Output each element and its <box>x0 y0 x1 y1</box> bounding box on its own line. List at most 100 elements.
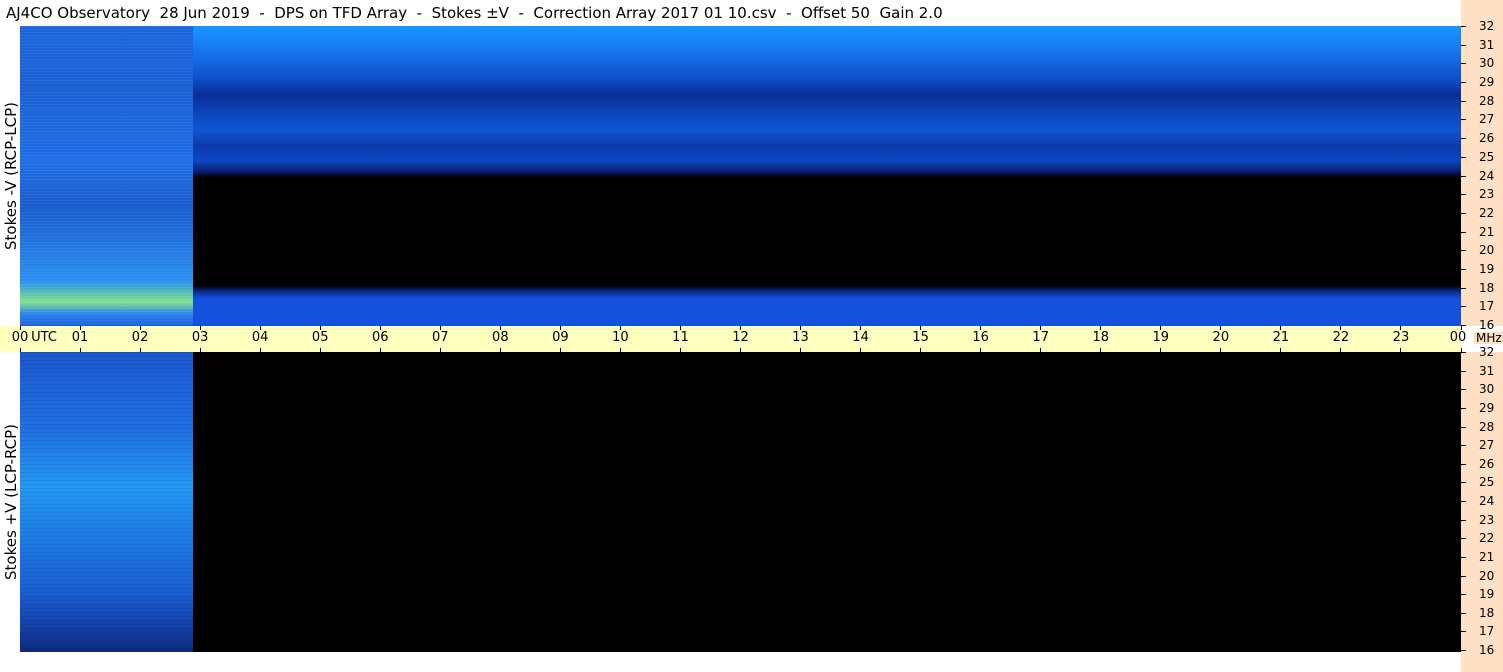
freq-tick-mark <box>1461 212 1466 214</box>
time-tick-label: 16 <box>972 330 989 345</box>
freq-tick-mark <box>1461 82 1466 84</box>
freq-tick-mark <box>1461 175 1466 177</box>
time-tick-label: 03 <box>191 330 209 345</box>
freq-tick-mark <box>1461 612 1466 614</box>
freq-tick-label: 23 <box>1479 187 1495 202</box>
freq-tick-mark <box>1461 445 1466 447</box>
time-tick-label: 05 <box>311 330 329 345</box>
freq-tick-label: 32 <box>1479 19 1495 33</box>
freq-tick-label: 18 <box>1479 280 1495 295</box>
time-tick-label: 00 <box>1449 330 1467 345</box>
time-tick-label: 02 <box>131 330 149 345</box>
freq-tick-label: 31 <box>1479 363 1495 378</box>
time-tick-label: 12 <box>732 330 749 345</box>
time-tick-label: 10 <box>612 330 629 345</box>
bottom-frequency-axis: 32 31 30 29 28 27 26 25 24 23 22 21 20 19 18 17 16 <box>1461 346 1503 672</box>
freq-tick-label: 30 <box>1479 382 1495 397</box>
time-tick-label: 01 <box>71 330 89 345</box>
freq-tick-label: 19 <box>1479 587 1495 602</box>
time-tick-label: 15 <box>912 330 929 345</box>
time-tick-label: 00 <box>11 330 29 345</box>
freq-tick-mark <box>1461 556 1466 558</box>
freq-tick-label: 26 <box>1479 456 1495 471</box>
freq-tick-mark <box>1461 519 1466 521</box>
freq-tick-label: 21 <box>1479 224 1495 239</box>
top-panel-ylabel: Stokes -V (RCP-LCP) <box>2 102 20 250</box>
freq-tick-mark <box>1461 352 1466 353</box>
freq-tick-mark <box>1461 119 1466 121</box>
freq-tick-mark <box>1461 44 1466 46</box>
freq-tick-label: 23 <box>1479 512 1495 527</box>
top-spectrogram-fill <box>192 26 1461 326</box>
freq-tick-mark <box>1461 389 1466 391</box>
top-ylabel-area: Stokes -V (RCP-LCP) <box>0 26 22 326</box>
freq-tick-mark <box>1461 407 1466 409</box>
freq-tick-mark <box>1461 268 1466 270</box>
freq-tick-label: 29 <box>1479 75 1495 90</box>
freq-tick-mark <box>1461 306 1466 308</box>
bottom-panel-ylabel: Stokes +V (LCP-RCP) <box>2 424 20 580</box>
freq-tick-label: 21 <box>1479 549 1495 564</box>
freq-tick-mark <box>1461 231 1466 233</box>
time-axis: 00 01 02 03 04 05 06 07 08 09 10 11 12 13 14 15 16 17 18 19… <box>0 326 1466 352</box>
frequency-unit-label: MHz <box>1474 331 1503 345</box>
time-tick-label: 14 <box>852 330 869 345</box>
time-tick-label: 20 <box>1212 330 1230 345</box>
time-tick-label: 22 <box>1332 330 1350 345</box>
freq-tick-label: 24 <box>1479 494 1495 508</box>
freq-tick-label: 20 <box>1479 568 1495 583</box>
freq-tick-label: 31 <box>1479 37 1495 52</box>
freq-tick-label: 19 <box>1479 261 1495 276</box>
freq-tick-mark <box>1461 138 1466 140</box>
top-frequency-axis: 32 31 30 29 28 27 26 25 24 23 22 21 20 19 18 17 16 <box>1461 0 1503 331</box>
freq-tick-label: 24 <box>1479 168 1495 183</box>
time-tick-label: 08 <box>492 330 509 345</box>
bottom-ylabel-area: Stokes +V (LCP-RCP) <box>0 352 22 652</box>
freq-tick-label: 22 <box>1479 531 1495 546</box>
freq-tick-label: 16 <box>1479 318 1495 332</box>
freq-tick-label: 30 <box>1479 56 1495 71</box>
freq-tick-mark <box>1461 426 1466 428</box>
freq-tick-label: 25 <box>1479 475 1495 490</box>
freq-tick-label: 28 <box>1479 93 1495 108</box>
freq-tick-mark <box>1461 631 1466 633</box>
time-tick-label: 13 <box>792 330 809 345</box>
time-tick-label: 07 <box>432 330 449 345</box>
freq-tick-mark <box>1461 650 1466 651</box>
freq-tick-label: 27 <box>1479 112 1495 127</box>
time-tick-label: 21 <box>1272 330 1290 345</box>
freq-tick-label: 32 <box>1479 345 1495 359</box>
time-tick-label: 09 <box>552 330 569 345</box>
freq-tick-label: 25 <box>1479 149 1495 164</box>
freq-tick-mark <box>1461 287 1466 289</box>
freq-tick-label: 17 <box>1479 624 1495 639</box>
freq-tick-mark <box>1461 575 1466 577</box>
freq-tick-mark <box>1461 501 1466 502</box>
chart-title: AJ4CO Observatory 28 Jun 2019 - DPS on T… <box>6 4 943 22</box>
time-tick-label: 19 <box>1152 330 1170 345</box>
bottom-spectrogram-fill <box>193 352 1461 652</box>
time-tick-label: 06 <box>371 330 389 345</box>
top-spectrogram-data <box>20 26 193 326</box>
freq-tick-mark <box>1461 370 1466 372</box>
bottom-spectrogram-data <box>20 352 193 652</box>
freq-tick-mark <box>1461 100 1466 102</box>
freq-tick-label: 29 <box>1479 400 1495 415</box>
stokes-plus-v-spectrogram <box>20 352 1461 652</box>
time-tick-label: 11 <box>672 330 689 345</box>
freq-tick-label: 27 <box>1479 438 1495 453</box>
freq-tick-label: 16 <box>1479 643 1495 657</box>
freq-tick-mark <box>1461 250 1466 252</box>
freq-tick-label: 28 <box>1479 419 1495 434</box>
freq-tick-mark <box>1461 482 1466 484</box>
time-tick-label: 17 <box>1032 330 1049 345</box>
freq-tick-label: 17 <box>1479 299 1495 314</box>
time-tick-label: 04 <box>251 330 269 345</box>
freq-tick-label: 20 <box>1479 243 1495 258</box>
time-tick-label: 23 <box>1392 330 1410 345</box>
freq-tick-mark <box>1461 194 1466 196</box>
freq-tick-mark <box>1461 156 1466 158</box>
freq-tick-mark <box>1461 63 1466 65</box>
freq-tick-mark <box>1461 325 1466 326</box>
freq-tick-mark <box>1461 538 1466 540</box>
